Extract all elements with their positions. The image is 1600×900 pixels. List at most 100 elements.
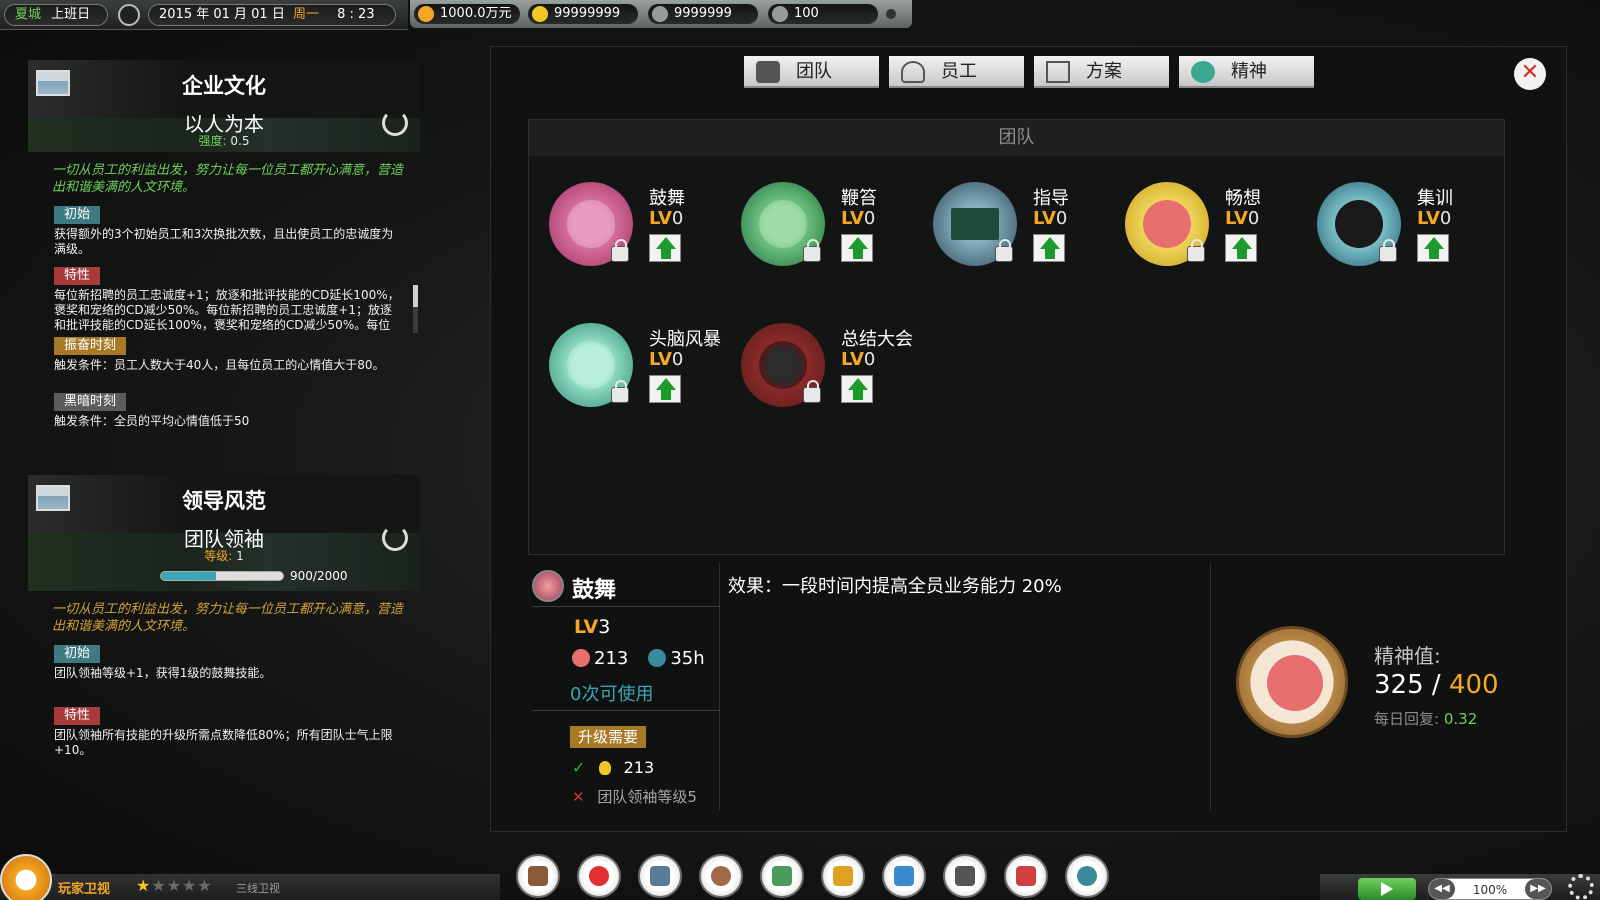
slower-icon[interactable]: ◀◀: [1429, 879, 1455, 899]
culture-trait-scroll[interactable]: 每位新招聘的员工忠诚度+1；放逐和批评技能的CD延长100%，褒奖和宠络的CD减…: [28, 285, 420, 333]
skill-level: LV0: [841, 208, 876, 229]
fist-icon: [532, 570, 564, 602]
detail-summary: 鼓舞 LV3 213 35h 0次可使用 升级需要 ✓ 213 ✕ 团队领袖等级…: [528, 562, 720, 810]
lock-icon: [611, 239, 629, 262]
plan-icon: [1046, 61, 1070, 83]
close-button[interactable]: ✕: [1514, 58, 1546, 90]
tab-spirit[interactable]: 精神: [1179, 56, 1314, 88]
skill-imagine[interactable]: 畅想 LV0: [1125, 182, 1315, 282]
refresh-culture-icon[interactable]: [382, 110, 408, 136]
detail-level: LV3: [574, 616, 611, 638]
fame-value: 9999999: [674, 6, 732, 21]
lock-icon: [611, 380, 629, 403]
tab-employee[interactable]: 员工: [889, 56, 1024, 88]
spirit-brain-icon: [1236, 626, 1348, 738]
expand-dot[interactable]: [886, 9, 896, 19]
main-dock: [516, 854, 1109, 898]
channel-name: 玩家卫视: [58, 882, 111, 897]
tab-team[interactable]: 团队: [744, 56, 879, 88]
chart-button[interactable]: [882, 854, 926, 898]
leadership-header: 领导风范 团队领袖 等级: 1 900/2000: [28, 475, 420, 591]
location-text: 夏城: [15, 7, 42, 22]
speed-control: ◀◀ 100% ▶▶: [1428, 878, 1552, 900]
gear-icon[interactable]: [1568, 874, 1594, 900]
weekday-text: 周一: [292, 7, 319, 22]
uses-remaining: 0次可使用: [570, 684, 654, 705]
people-button[interactable]: [699, 854, 743, 898]
company-logo-icon[interactable]: [0, 854, 52, 900]
skill-guide[interactable]: 指导 LV0: [933, 182, 1123, 282]
left-info-panel: 企业文化 以人为本 强度: 0.5 一切从员工的利益出发，努力让每一位员工都开心…: [0, 44, 450, 854]
skill-level: LV0: [841, 349, 876, 370]
detail-cost: 213 35h: [572, 648, 705, 669]
dark-text: 触发条件：全员的平均心情值低于50: [54, 414, 250, 428]
chart-icon: [894, 866, 914, 886]
skill-training[interactable]: 集训 LV0: [1317, 182, 1507, 282]
dialog-tabs: 团队 员工 方案 精神: [744, 56, 1314, 88]
heart-button[interactable]: [577, 854, 621, 898]
requirement-level: ✕ 团队领袖等级5: [572, 788, 697, 806]
lock-icon: [803, 380, 821, 403]
cart-button[interactable]: [760, 854, 804, 898]
skill-level: LV0: [649, 349, 684, 370]
bulb-icon: [598, 761, 611, 775]
skill-whip[interactable]: 鞭笞 LV0: [741, 182, 931, 282]
culture-trait-text: 每位新招聘的员工忠诚度+1；放逐和批评技能的CD延长100%，褒奖和宠络的CD减…: [54, 288, 400, 332]
skill-brainstorm[interactable]: 头脑风暴 LV0: [549, 323, 739, 423]
tv-button[interactable]: [516, 854, 560, 898]
leadership-title: 领导风范: [182, 489, 266, 513]
upgrade-arrow-icon[interactable]: [1417, 234, 1449, 262]
upgrade-arrow-icon[interactable]: [1225, 234, 1257, 262]
list-button[interactable]: [638, 854, 682, 898]
play-button[interactable]: [1358, 878, 1416, 900]
skill-level: LV0: [1417, 208, 1452, 229]
crane-button[interactable]: [821, 854, 865, 898]
lock-icon: [1187, 239, 1205, 262]
check-icon: ✓: [572, 758, 586, 777]
upgrade-arrow-icon[interactable]: [649, 375, 681, 403]
culture-desc: 一切从员工的利益出发，努力让每一位员工都开心满意，营造出和谐美满的人文环境。: [52, 163, 404, 195]
leadership-initial-tag: 初始: [54, 645, 101, 663]
cross-icon: ✕: [572, 788, 585, 806]
date-text: 2015 年 01 月 01 日: [159, 7, 285, 22]
progress-fill: [161, 572, 216, 580]
skill-inspire[interactable]: 鼓舞 LV0: [549, 182, 739, 282]
skill-summary-meeting[interactable]: 总结大会 LV0: [741, 323, 931, 423]
lock-icon: [803, 239, 821, 262]
map-button[interactable]: [1004, 854, 1048, 898]
cart-icon: [772, 866, 792, 886]
skill-name: 头脑风暴: [649, 329, 721, 350]
culture-strength: 强度: 0.5: [198, 134, 250, 148]
news-button[interactable]: [943, 854, 987, 898]
lock-icon: [995, 239, 1013, 262]
channel-rating: ★★★★★: [136, 876, 213, 895]
crane-icon: [833, 866, 853, 886]
workday-status: 上班日: [51, 7, 91, 22]
skill-level: LV0: [1033, 208, 1068, 229]
trait-scrollbar[interactable]: [413, 285, 418, 333]
tab-plan[interactable]: 方案: [1034, 56, 1169, 88]
culture-initial-text: 获得额外的3个初始员工和3次换批次数，且出使员工的忠诚度为满级。: [54, 227, 394, 256]
upgrade-arrow-icon[interactable]: [841, 234, 873, 262]
refresh-leadership-icon[interactable]: [382, 525, 408, 551]
upgrade-requirements-tag: 升级需要: [570, 726, 647, 748]
culture-trait-tag: 特性: [54, 267, 101, 285]
coin-icon: [418, 6, 434, 22]
upgrade-arrow-icon[interactable]: [1033, 234, 1065, 262]
bulb-icon: [532, 6, 548, 22]
culture-card: 企业文化 以人为本 强度: 0.5 一切从员工的利益出发，努力让每一位员工都开心…: [28, 60, 420, 429]
leadership-progress-text: 900/2000: [290, 569, 348, 583]
skill-level: LV0: [649, 208, 684, 229]
globe-icon: [1077, 866, 1097, 886]
upgrade-arrow-icon[interactable]: [649, 234, 681, 262]
skill-name: 鼓舞: [649, 188, 685, 209]
idea-resource: 99999999: [528, 4, 638, 24]
skill-name: 集训: [1417, 188, 1453, 209]
leadership-card: 领导风范 团队领袖 等级: 1 900/2000 一切从员工的利益出发，努力让每…: [28, 475, 420, 758]
globe-button[interactable]: [1065, 854, 1109, 898]
team-icon: [756, 61, 780, 83]
leadership-initial-text: 团队领袖等级+1，获得1级的鼓舞技能。: [54, 666, 272, 680]
upgrade-arrow-icon[interactable]: [841, 375, 873, 403]
faster-icon[interactable]: ▶▶: [1525, 879, 1551, 899]
skill-name: 总结大会: [841, 329, 913, 350]
